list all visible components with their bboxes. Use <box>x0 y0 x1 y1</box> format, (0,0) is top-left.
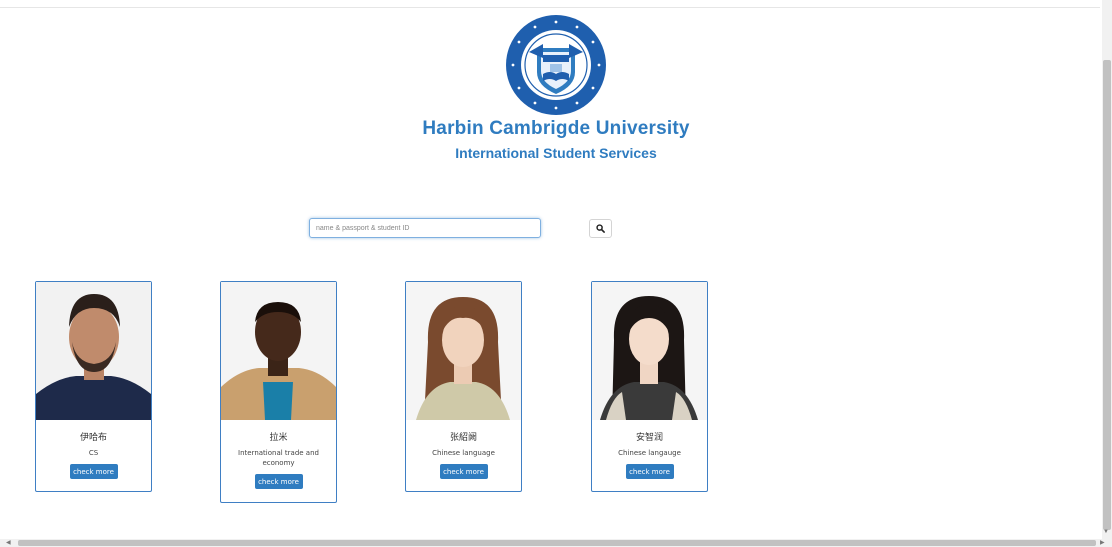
scroll-right-icon[interactable]: ▶ <box>1100 539 1105 546</box>
check-more-button[interactable]: check more <box>625 464 674 479</box>
search-button[interactable] <box>589 219 612 238</box>
student-major: Chinese language <box>432 449 495 457</box>
student-name: 安智润 <box>635 433 663 443</box>
student-name: 张紹阙 <box>449 433 477 443</box>
student-card: 伊哈布 CS check more <box>35 281 152 492</box>
page-title: Harbin Cambrigde University <box>422 118 690 139</box>
student-photo <box>406 282 521 420</box>
search-input[interactable] <box>309 218 541 238</box>
student-photo <box>36 282 151 420</box>
vertical-scrollbar-thumb[interactable] <box>1103 60 1111 530</box>
scroll-left-icon[interactable]: ◀ <box>6 539 11 546</box>
university-logo <box>503 14 609 116</box>
student-card: 安智润 Chinese langauge check more <box>591 281 708 492</box>
page-subtitle: International Student Services <box>455 145 657 161</box>
search-icon <box>596 224 605 233</box>
student-major: CS <box>88 449 99 457</box>
horizontal-scrollbar-thumb[interactable] <box>18 540 1096 546</box>
check-more-button[interactable]: check more <box>439 464 488 479</box>
check-more-button[interactable]: check more <box>254 474 303 489</box>
student-photo <box>221 282 336 420</box>
student-major: Chinese langauge <box>618 449 681 457</box>
scroll-down-icon[interactable]: ▼ <box>1103 529 1109 535</box>
student-card: 拉米 International trade and economy check… <box>220 281 337 503</box>
student-card: 张紹阙 Chinese language check more <box>405 281 522 492</box>
student-major: International trade and economy <box>238 449 319 467</box>
check-more-button[interactable]: check more <box>69 464 118 479</box>
student-name: 拉米 <box>269 433 288 443</box>
top-divider <box>0 7 1100 8</box>
student-photo <box>592 282 707 420</box>
student-name: 伊哈布 <box>79 433 107 443</box>
